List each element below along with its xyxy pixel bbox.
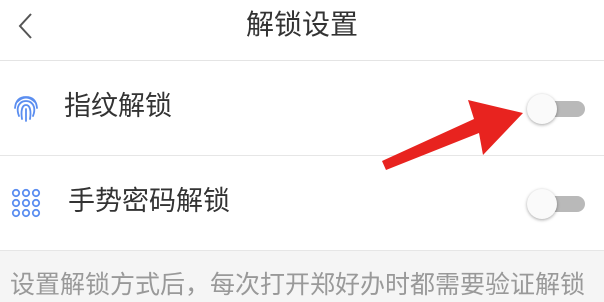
fingerprint-unlock-row[interactable]: 指纹解锁 [0,61,604,156]
unlock-hint-text: 设置解锁方式后，每次打开郑好办时都需要验证解锁 [10,270,586,299]
dot-grid-icon [11,188,41,218]
gesture-password-unlock-row[interactable]: 手势密码解锁 [0,156,604,251]
toggle-knob [527,94,557,124]
fingerprint-unlock-label: 指纹解锁 [64,91,172,122]
fingerprint-icon [14,96,38,122]
gesture-password-unlock-toggle[interactable] [527,189,585,219]
fingerprint-unlock-toggle[interactable] [527,94,585,124]
toggle-knob [527,189,557,219]
gesture-password-unlock-label: 手势密码解锁 [68,186,230,217]
page-title: 解锁设置 [245,8,358,41]
top-bar: 解锁设置 [0,0,604,61]
